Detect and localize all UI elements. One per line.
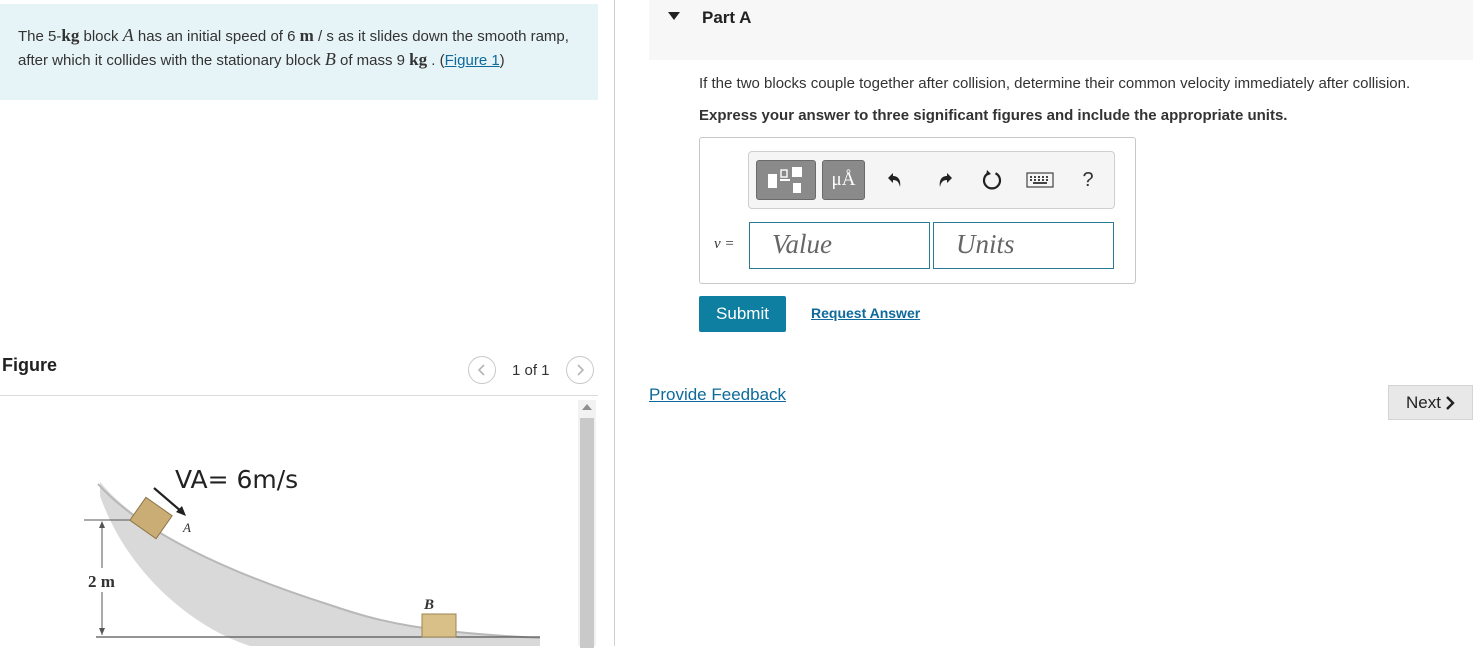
redo-button[interactable] xyxy=(930,160,958,200)
scrollbar-thumb[interactable] xyxy=(580,418,594,648)
problem-statement: The 5-kg block A has an initial speed of… xyxy=(0,4,598,100)
figure-link[interactable]: Figure 1 xyxy=(445,52,500,69)
question-text: If the two blocks couple together after … xyxy=(699,75,1411,92)
next-label: Next xyxy=(1406,392,1441,412)
templates-button[interactable] xyxy=(756,160,816,200)
chevron-left-icon xyxy=(477,364,485,376)
provide-feedback-link[interactable]: Provide Feedback xyxy=(649,385,786,405)
units-input[interactable]: Units xyxy=(933,222,1114,269)
reset-icon xyxy=(982,170,1002,190)
block-b-label: B xyxy=(423,597,434,613)
undo-icon xyxy=(888,173,901,187)
problem-text: The 5-kg block A has an initial speed of… xyxy=(18,25,569,69)
help-button[interactable]: ? xyxy=(1076,160,1100,200)
ramp-shape xyxy=(100,482,540,646)
submit-button[interactable]: Submit xyxy=(699,296,786,332)
reset-button[interactable] xyxy=(978,160,1006,200)
units-icon: μÅ xyxy=(831,169,856,190)
next-button[interactable]: Next xyxy=(1388,385,1473,420)
instruction-text: Express your answer to three significant… xyxy=(699,107,1288,124)
chevron-right-icon xyxy=(577,364,585,376)
variable-label: v = xyxy=(714,236,735,252)
figure-next-button[interactable] xyxy=(566,356,594,384)
velocity-label: VA= 6m/s xyxy=(175,465,298,494)
undo-button[interactable] xyxy=(882,160,910,200)
templates-icon xyxy=(768,167,802,193)
keyboard-button[interactable] xyxy=(1024,160,1056,200)
units-button[interactable]: μÅ xyxy=(822,160,865,200)
help-icon: ? xyxy=(1082,168,1094,191)
figure-counter: 1 of 1 xyxy=(512,362,550,379)
figure-scrollbar[interactable] xyxy=(578,400,596,648)
value-input[interactable]: Value xyxy=(749,222,930,269)
height-label: 2 m xyxy=(88,572,115,591)
figure-prev-button[interactable] xyxy=(468,356,496,384)
caret-down-icon[interactable] xyxy=(668,12,680,20)
block-a-label: A xyxy=(182,520,191,535)
figure-separator xyxy=(0,395,598,396)
chevron-right-icon xyxy=(1446,395,1455,410)
panel-divider xyxy=(614,0,615,646)
height-arrow-down xyxy=(99,628,105,635)
block-b xyxy=(421,613,457,638)
part-header[interactable] xyxy=(649,0,1473,60)
figure-title: Figure xyxy=(2,355,58,375)
keyboard-icon xyxy=(1026,172,1054,188)
part-title[interactable]: Part A xyxy=(702,8,751,28)
ramp-figure: 2 m A VA= 6m/s B xyxy=(84,465,541,646)
request-answer-link[interactable]: Request Answer xyxy=(811,305,920,321)
redo-icon xyxy=(939,173,952,187)
height-arrow-up xyxy=(99,521,105,528)
scroll-up-arrow-icon[interactable] xyxy=(582,404,592,410)
